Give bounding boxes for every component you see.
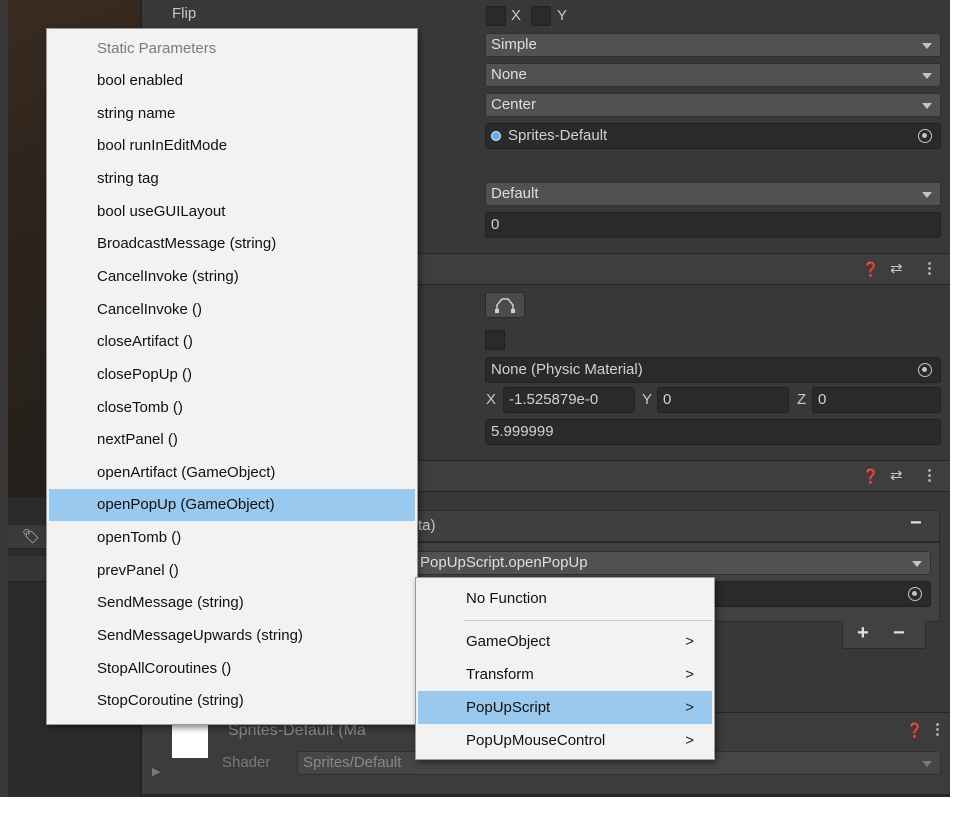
dropdown-arrow-icon — [912, 561, 922, 567]
sorting-layer-dropdown[interactable]: Default — [485, 182, 941, 206]
function-menu-item[interactable]: SendMessageUpwards (string) — [49, 620, 415, 652]
function-menu-item[interactable]: openPopUp (GameObject) — [49, 489, 415, 522]
function-menu-item[interactable]: StopAllCoroutines () — [49, 653, 415, 685]
chevron-right-icon: > — [685, 699, 694, 716]
event-header-label: ta) — [418, 517, 436, 534]
function-menu-item[interactable]: CancelInvoke (string) — [49, 261, 415, 293]
component-menu-item[interactable]: Transform > — [418, 658, 712, 691]
material-icon — [491, 131, 501, 141]
function-menu-item[interactable]: prevPanel () — [49, 555, 415, 587]
material-preview-thumbnail — [172, 722, 208, 758]
dropdown-arrow-icon — [922, 43, 932, 49]
draw-mode-dropdown[interactable]: Simple — [485, 33, 941, 57]
function-menu-item[interactable]: BroadcastMessage (string) — [49, 228, 415, 260]
unity-event-header — [410, 510, 940, 542]
help-icon[interactable]: ❓ — [906, 722, 923, 739]
remove-event-button[interactable]: − — [910, 512, 922, 535]
function-menu-item[interactable]: closePopUp () — [49, 359, 415, 391]
offset-z-field[interactable]: 0 — [812, 387, 941, 413]
component-menu-item[interactable]: GameObject > — [418, 625, 712, 658]
chevron-right-icon: > — [685, 732, 694, 749]
function-menu-item[interactable]: CancelInvoke () — [49, 294, 415, 326]
window-bottom-margin — [0, 797, 954, 819]
component-menu-item-label: Transform — [466, 666, 534, 683]
chevron-right-icon: > — [685, 666, 694, 683]
mask-interaction-value: None — [491, 66, 527, 83]
remove-listener-button[interactable]: − — [893, 622, 905, 645]
flip-y-label: Y — [557, 7, 568, 24]
dropdown-arrow-icon — [922, 73, 932, 79]
sprite-sort-point-value: Center — [491, 96, 537, 113]
argument-object-field[interactable] — [700, 581, 931, 607]
component-menu-item[interactable]: PopUpScript > — [418, 691, 712, 724]
dropdown-arrow-icon — [922, 761, 932, 767]
flip-label: Flip — [172, 5, 197, 22]
mask-interaction-dropdown[interactable]: None — [485, 63, 941, 87]
object-picker-icon[interactable] — [918, 129, 932, 143]
edit-collider-button[interactable] — [485, 292, 525, 318]
offset-z-label: Z — [797, 391, 807, 408]
flip-y-checkbox[interactable] — [531, 6, 551, 26]
function-menu-item[interactable]: openArtifact (GameObject) — [49, 457, 415, 489]
function-menu-item[interactable]: openTomb () — [49, 522, 415, 554]
sprite-sort-point-dropdown[interactable]: Center — [485, 93, 941, 117]
function-menu-item[interactable]: string name — [49, 98, 415, 130]
event-plus-minus-box — [842, 621, 926, 649]
more-options-icon[interactable]: ⋮ — [922, 466, 937, 484]
menu-separator — [464, 620, 712, 621]
material-value: Sprites-Default — [508, 127, 608, 144]
presets-icon[interactable]: ⇄ — [890, 259, 903, 277]
function-menu-item[interactable]: StopCoroutine (string) — [49, 685, 415, 717]
component-menu-item-label: GameObject — [466, 633, 551, 650]
component-menu-item[interactable]: PopUpMouseControl > — [418, 724, 712, 757]
more-options-icon[interactable]: ⋮ — [922, 259, 937, 277]
function-menu-item[interactable]: bool useGUILayout — [49, 196, 415, 228]
offset-y-field[interactable]: 0 — [657, 387, 789, 413]
flip-x-label: X — [511, 7, 522, 24]
object-picker-icon[interactable] — [918, 363, 932, 377]
offset-x-label: X — [486, 391, 497, 408]
function-menu-item[interactable]: closeTomb () — [49, 392, 415, 424]
function-value: PopUpScript.openPopUp — [420, 554, 588, 571]
edit-collider-icon — [495, 298, 515, 313]
material-field[interactable]: Sprites-Default — [485, 123, 941, 149]
component-menu: No Function GameObject > Transform > PopUpScr… — [415, 577, 715, 760]
draw-mode-value: Simple — [491, 36, 537, 53]
function-dropdown[interactable]: PopUpScript.openPopUp — [414, 551, 931, 575]
dropdown-arrow-icon — [922, 192, 932, 198]
presets-icon[interactable]: ⇄ — [890, 466, 903, 484]
physics-material-value: None (Physic Material) — [491, 361, 643, 378]
more-options-icon[interactable]: ⋮ — [930, 720, 945, 738]
function-menu-item[interactable]: closeArtifact () — [49, 326, 415, 358]
shader-value: Sprites/Default — [303, 754, 402, 771]
function-menu-item[interactable]: bool enabled — [49, 65, 415, 97]
is-trigger-checkbox[interactable] — [485, 330, 505, 350]
foldout-arrow-icon[interactable]: ▶ — [152, 765, 160, 778]
radius-field[interactable]: 5.999999 — [485, 419, 941, 445]
flip-x-checkbox[interactable] — [486, 6, 506, 26]
object-picker-icon[interactable] — [908, 587, 922, 601]
help-icon[interactable]: ❓ — [862, 468, 879, 485]
add-listener-button[interactable]: + — [857, 622, 869, 645]
component-menu-item-label: PopUpScript — [466, 699, 551, 716]
component-menu-item-label: PopUpMouseControl — [466, 732, 606, 749]
function-menu-item[interactable]: string tag — [49, 163, 415, 195]
menu-header-static-parameters: Static Parameters — [97, 40, 217, 57]
physics-material-field[interactable]: None (Physic Material) — [485, 357, 941, 383]
offset-y-label: Y — [642, 391, 653, 408]
order-in-layer-field[interactable]: 0 — [485, 212, 941, 238]
sorting-layer-value: Default — [491, 185, 539, 202]
shader-label: Shader — [222, 754, 271, 771]
chevron-right-icon: > — [685, 633, 694, 650]
offset-x-field[interactable]: -1.525879e-0 — [503, 387, 635, 413]
function-menu-item[interactable]: SendMessage (string) — [49, 587, 415, 619]
no-function-item[interactable]: No Function — [418, 582, 712, 615]
dropdown-arrow-icon — [922, 103, 932, 109]
tag-icon[interactable]: 🏷 — [22, 528, 40, 544]
function-menu-item[interactable]: bool runInEditMode — [49, 130, 415, 162]
function-menu: Static Parameters bool enabled string name… — [46, 28, 418, 725]
function-menu-item[interactable]: nextPanel () — [49, 424, 415, 456]
help-icon[interactable]: ❓ — [862, 261, 879, 278]
